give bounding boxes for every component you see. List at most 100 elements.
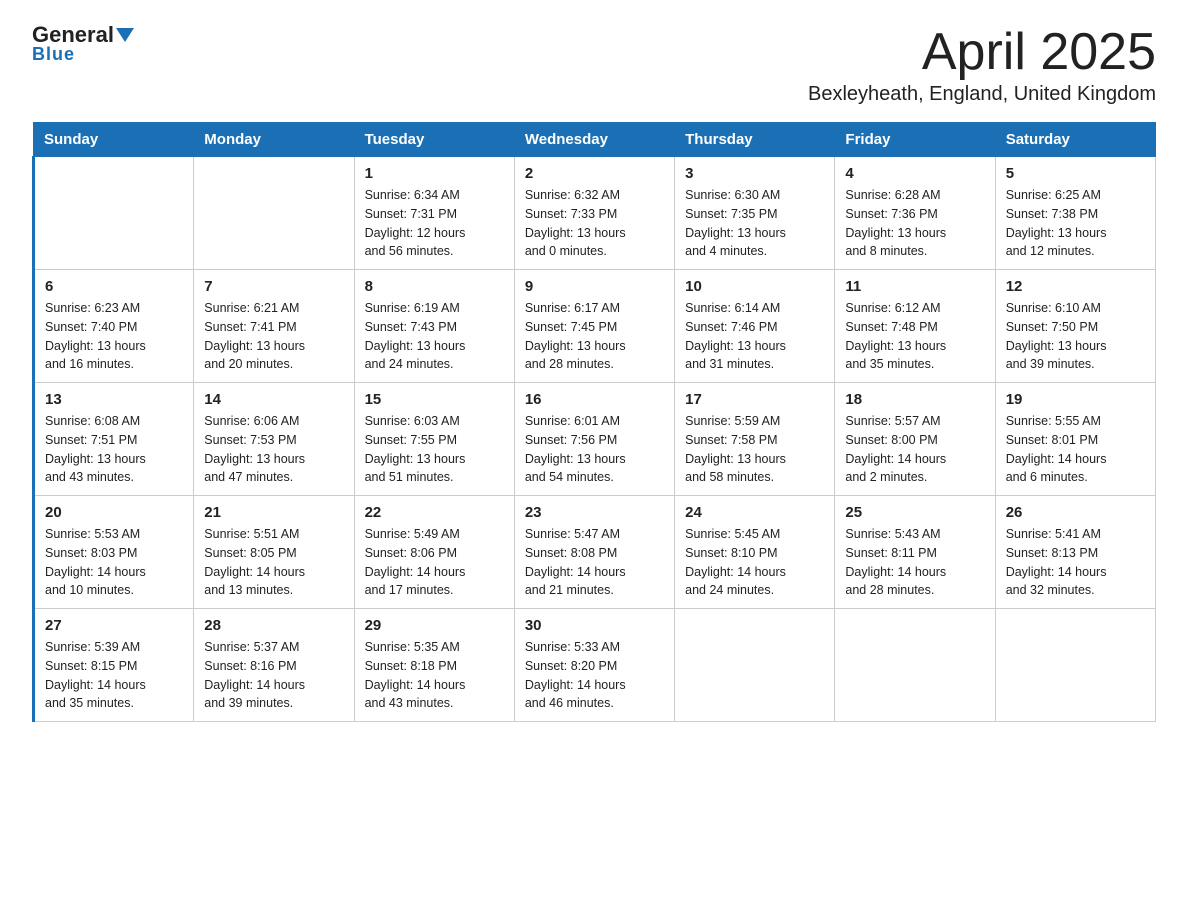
logo-triangle-icon — [116, 28, 134, 42]
calendar-cell: 27 Sunrise: 5:39 AMSunset: 8:15 PMDayligh… — [34, 609, 194, 722]
day-info: Sunrise: 6:30 AMSunset: 7:35 PMDaylight:… — [685, 186, 824, 261]
day-info: Sunrise: 5:49 AMSunset: 8:06 PMDaylight:… — [365, 525, 504, 600]
calendar-cell: 15Sunrise: 6:03 AMSunset: 7:55 PMDayligh… — [354, 383, 514, 496]
day-number: 17 — [685, 391, 824, 408]
day-info: Sunrise: 6:32 AMSunset: 7:33 PMDaylight:… — [525, 186, 664, 261]
day-info: Sunrise: 6:19 AMSunset: 7:43 PMDaylight:… — [365, 299, 504, 374]
day-number: 1 — [365, 165, 504, 182]
day-info: Sunrise: 5:43 AMSunset: 8:11 PMDaylight:… — [845, 525, 984, 600]
day-number: 5 — [1006, 165, 1145, 182]
day-info: Sunrise: 6:12 AMSunset: 7:48 PMDaylight:… — [845, 299, 984, 374]
day-info: Sunrise: 5:57 AMSunset: 8:00 PMDaylight:… — [845, 412, 984, 487]
day-info: Sunrise: 5:41 AMSunset: 8:13 PMDaylight:… — [1006, 525, 1145, 600]
day-number: 8 — [365, 278, 504, 295]
day-number: 6 — [45, 278, 183, 295]
day-info: Sunrise: 5:47 AMSunset: 8:08 PMDaylight:… — [525, 525, 664, 600]
week-row-4: 20 Sunrise: 5:53 AMSunset: 8:03 PMDayligh… — [34, 496, 1156, 609]
day-number: 28 — [204, 617, 343, 634]
day-info: Sunrise: 5:53 AMSunset: 8:03 PMDaylight:… — [45, 525, 183, 600]
calendar-cell: 9 Sunrise: 6:17 AMSunset: 7:45 PMDaylight… — [514, 270, 674, 383]
calendar-cell: 16Sunrise: 6:01 AMSunset: 7:56 PMDayligh… — [514, 383, 674, 496]
week-row-1: 1 Sunrise: 6:34 AMSunset: 7:31 PMDaylight… — [34, 157, 1156, 270]
day-number: 20 — [45, 504, 183, 521]
day-number: 19 — [1006, 391, 1145, 408]
column-header-friday: Friday — [835, 123, 995, 157]
day-info: Sunrise: 6:08 AMSunset: 7:51 PMDaylight:… — [45, 412, 183, 487]
calendar-cell: 1 Sunrise: 6:34 AMSunset: 7:31 PMDaylight… — [354, 157, 514, 270]
column-header-saturday: Saturday — [995, 123, 1155, 157]
calendar-cell: 28 Sunrise: 5:37 AMSunset: 8:16 PMDayligh… — [194, 609, 354, 722]
day-info: Sunrise: 6:23 AMSunset: 7:40 PMDaylight:… — [45, 299, 183, 374]
calendar-cell: 10 Sunrise: 6:14 AMSunset: 7:46 PMDayligh… — [675, 270, 835, 383]
day-number: 21 — [204, 504, 343, 521]
calendar-cell: 13Sunrise: 6:08 AMSunset: 7:51 PMDayligh… — [34, 383, 194, 496]
logo: General Blue — [32, 24, 134, 65]
calendar-cell: 14 Sunrise: 6:06 AMSunset: 7:53 PMDayligh… — [194, 383, 354, 496]
calendar-cell — [194, 157, 354, 270]
subtitle: Bexleyheath, England, United Kingdom — [808, 83, 1156, 106]
column-header-thursday: Thursday — [675, 123, 835, 157]
calendar-cell: 4 Sunrise: 6:28 AMSunset: 7:36 PMDaylight… — [835, 157, 995, 270]
column-header-sunday: Sunday — [34, 123, 194, 157]
day-info: Sunrise: 6:03 AMSunset: 7:55 PMDaylight:… — [365, 412, 504, 487]
day-info: Sunrise: 6:06 AMSunset: 7:53 PMDaylight:… — [204, 412, 343, 487]
day-info: Sunrise: 6:25 AMSunset: 7:38 PMDaylight:… — [1006, 186, 1145, 261]
calendar-cell: 23 Sunrise: 5:47 AMSunset: 8:08 PMDayligh… — [514, 496, 674, 609]
calendar-cell — [835, 609, 995, 722]
calendar-cell: 21Sunrise: 5:51 AMSunset: 8:05 PMDayligh… — [194, 496, 354, 609]
calendar-cell: 22 Sunrise: 5:49 AMSunset: 8:06 PMDayligh… — [354, 496, 514, 609]
calendar-cell: 19Sunrise: 5:55 AMSunset: 8:01 PMDayligh… — [995, 383, 1155, 496]
column-header-monday: Monday — [194, 123, 354, 157]
calendar-cell: 5 Sunrise: 6:25 AMSunset: 7:38 PMDaylight… — [995, 157, 1155, 270]
day-info: Sunrise: 6:17 AMSunset: 7:45 PMDaylight:… — [525, 299, 664, 374]
day-info: Sunrise: 6:14 AMSunset: 7:46 PMDaylight:… — [685, 299, 824, 374]
calendar-cell: 20 Sunrise: 5:53 AMSunset: 8:03 PMDayligh… — [34, 496, 194, 609]
day-number: 23 — [525, 504, 664, 521]
calendar-cell: 29Sunrise: 5:35 AMSunset: 8:18 PMDayligh… — [354, 609, 514, 722]
calendar-cell: 6 Sunrise: 6:23 AMSunset: 7:40 PMDaylight… — [34, 270, 194, 383]
day-number: 27 — [45, 617, 183, 634]
day-number: 12 — [1006, 278, 1145, 295]
day-number: 22 — [365, 504, 504, 521]
day-info: Sunrise: 6:34 AMSunset: 7:31 PMDaylight:… — [365, 186, 504, 261]
week-row-2: 6 Sunrise: 6:23 AMSunset: 7:40 PMDaylight… — [34, 270, 1156, 383]
calendar-header-row: SundayMondayTuesdayWednesdayThursdayFrid… — [34, 123, 1156, 157]
column-header-tuesday: Tuesday — [354, 123, 514, 157]
day-info: Sunrise: 5:37 AMSunset: 8:16 PMDaylight:… — [204, 638, 343, 713]
calendar-cell: 26Sunrise: 5:41 AMSunset: 8:13 PMDayligh… — [995, 496, 1155, 609]
calendar-cell: 2 Sunrise: 6:32 AMSunset: 7:33 PMDaylight… — [514, 157, 674, 270]
calendar-cell — [675, 609, 835, 722]
logo-blue: Blue — [32, 44, 75, 65]
day-number: 14 — [204, 391, 343, 408]
calendar-cell: 24Sunrise: 5:45 AMSunset: 8:10 PMDayligh… — [675, 496, 835, 609]
day-number: 7 — [204, 278, 343, 295]
calendar-cell: 25 Sunrise: 5:43 AMSunset: 8:11 PMDayligh… — [835, 496, 995, 609]
week-row-5: 27 Sunrise: 5:39 AMSunset: 8:15 PMDayligh… — [34, 609, 1156, 722]
calendar-cell: 8 Sunrise: 6:19 AMSunset: 7:43 PMDaylight… — [354, 270, 514, 383]
day-info: Sunrise: 5:39 AMSunset: 8:15 PMDaylight:… — [45, 638, 183, 713]
day-info: Sunrise: 5:59 AMSunset: 7:58 PMDaylight:… — [685, 412, 824, 487]
week-row-3: 13Sunrise: 6:08 AMSunset: 7:51 PMDayligh… — [34, 383, 1156, 496]
day-number: 30 — [525, 617, 664, 634]
column-header-wednesday: Wednesday — [514, 123, 674, 157]
day-info: Sunrise: 6:10 AMSunset: 7:50 PMDaylight:… — [1006, 299, 1145, 374]
calendar: SundayMondayTuesdayWednesdayThursdayFrid… — [32, 122, 1156, 722]
page-title: April 2025 — [808, 24, 1156, 81]
day-info: Sunrise: 5:45 AMSunset: 8:10 PMDaylight:… — [685, 525, 824, 600]
day-number: 9 — [525, 278, 664, 295]
header: General Blue April 2025 Bexleyheath, Eng… — [32, 24, 1156, 106]
day-number: 10 — [685, 278, 824, 295]
day-number: 25 — [845, 504, 984, 521]
calendar-cell: 17 Sunrise: 5:59 AMSunset: 7:58 PMDayligh… — [675, 383, 835, 496]
title-block: April 2025 Bexleyheath, England, United … — [808, 24, 1156, 106]
calendar-cell: 30 Sunrise: 5:33 AMSunset: 8:20 PMDayligh… — [514, 609, 674, 722]
day-info: Sunrise: 6:21 AMSunset: 7:41 PMDaylight:… — [204, 299, 343, 374]
calendar-cell: 11Sunrise: 6:12 AMSunset: 7:48 PMDayligh… — [835, 270, 995, 383]
calendar-cell: 12 Sunrise: 6:10 AMSunset: 7:50 PMDayligh… — [995, 270, 1155, 383]
day-info: Sunrise: 6:28 AMSunset: 7:36 PMDaylight:… — [845, 186, 984, 261]
day-info: Sunrise: 5:33 AMSunset: 8:20 PMDaylight:… — [525, 638, 664, 713]
day-number: 2 — [525, 165, 664, 182]
day-number: 4 — [845, 165, 984, 182]
day-number: 3 — [685, 165, 824, 182]
logo-general: General — [32, 24, 114, 46]
